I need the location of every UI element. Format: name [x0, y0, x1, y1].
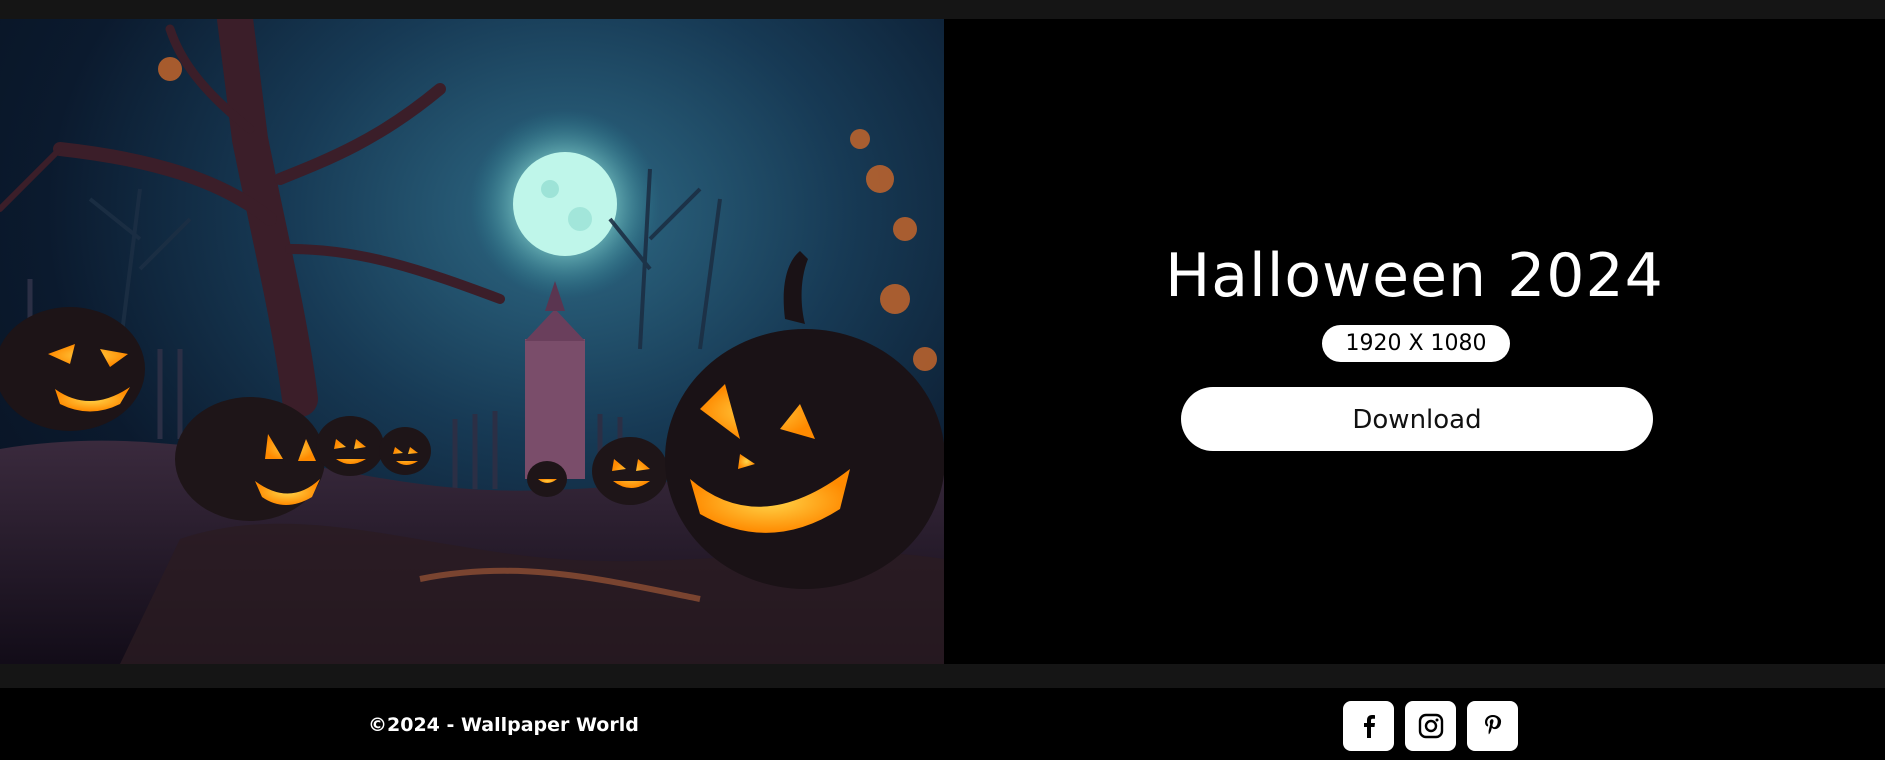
pinterest-link[interactable] [1467, 701, 1518, 751]
copyright-text: ©2024 - Wallpaper World [368, 714, 639, 736]
top-bar [0, 0, 1885, 19]
resolution-badge: 1920 X 1080 [1322, 325, 1510, 362]
wallpaper-info-panel: Halloween 2024 1920 X 1080 Download [944, 19, 1885, 664]
wallpaper-preview-image [0, 19, 944, 664]
download-button[interactable]: Download [1181, 387, 1653, 451]
instagram-link[interactable] [1405, 701, 1456, 751]
wallpaper-hero: Halloween 2024 1920 X 1080 Download [0, 19, 1885, 664]
facebook-icon [1358, 714, 1380, 738]
site-footer: ©2024 - Wallpaper World [0, 688, 1885, 760]
instagram-icon [1418, 713, 1444, 739]
footer-divider [0, 664, 1885, 688]
pinterest-icon [1482, 713, 1504, 739]
facebook-link[interactable] [1343, 701, 1394, 751]
wallpaper-title: Halloween 2024 [1165, 241, 1664, 311]
